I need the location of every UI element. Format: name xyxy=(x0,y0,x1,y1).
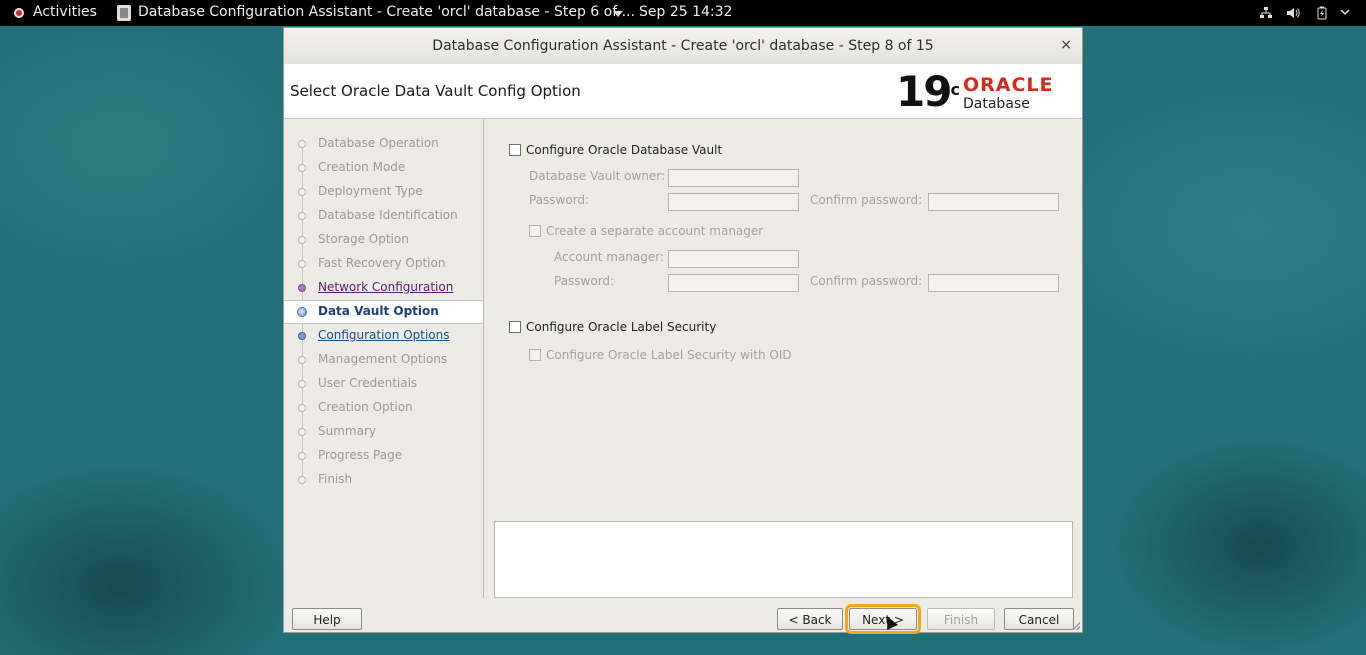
manager-password-label: Password: xyxy=(554,274,615,288)
step-indicator-icon xyxy=(298,260,306,268)
step-item: Storage Option xyxy=(284,228,483,252)
vault-owner-field[interactable] xyxy=(668,169,799,187)
app-menu-title[interactable]: Database Configuration Assistant - Creat… xyxy=(138,4,635,20)
step-indicator-icon xyxy=(298,236,306,244)
step-item: Management Options xyxy=(284,348,483,372)
step-label: Database Identification xyxy=(318,208,458,222)
vault-password-label: Password: xyxy=(529,193,590,207)
configure-vault-label[interactable]: Configure Oracle Database Vault xyxy=(526,143,722,157)
cancel-button[interactable]: Cancel xyxy=(1004,608,1074,630)
separate-account-manager-label[interactable]: Create a separate account manager xyxy=(546,224,763,238)
step-item: Database Identification xyxy=(284,204,483,228)
configure-label-security-checkbox[interactable] xyxy=(509,321,521,333)
network-icon[interactable] xyxy=(1259,6,1273,20)
step-indicator-icon xyxy=(298,284,306,292)
step-item: Progress Page xyxy=(284,444,483,468)
battery-icon[interactable] xyxy=(1315,6,1329,20)
dbca-dialog: Database Configuration Assistant - Creat… xyxy=(283,27,1083,634)
content-panel: Configure Oracle Database Vault Database… xyxy=(484,119,1082,598)
step-indicator-icon xyxy=(298,140,306,148)
account-manager-label: Account manager: xyxy=(554,250,665,264)
step-item[interactable]: Data Vault Option xyxy=(284,300,483,324)
step-item: Database Operation xyxy=(284,132,483,156)
step-item[interactable]: Network Configuration xyxy=(284,276,483,300)
activities-icon xyxy=(14,8,24,18)
step-label: Creation Mode xyxy=(318,160,406,174)
vault-confirm-password-label: Confirm password: xyxy=(810,193,923,207)
step-label: Database Operation xyxy=(318,136,439,150)
vault-confirm-password-field[interactable] xyxy=(928,193,1059,211)
step-indicator-icon xyxy=(298,164,306,172)
step-indicator-icon xyxy=(298,356,306,364)
step-item: Deployment Type xyxy=(284,180,483,204)
help-button[interactable]: Help xyxy=(292,608,362,630)
step-label: Management Options xyxy=(318,352,448,366)
step-indicator-icon xyxy=(298,452,306,460)
logo-version: 19c xyxy=(896,67,960,116)
step-label: User Credentials xyxy=(318,376,418,390)
step-label: Storage Option xyxy=(318,232,409,246)
step-label: Creation Option xyxy=(318,400,413,414)
step-label[interactable]: Network Configuration xyxy=(318,280,453,294)
step-item: Creation Option xyxy=(284,396,483,420)
window-titlebar[interactable]: Database Configuration Assistant - Creat… xyxy=(284,28,1082,65)
manager-confirm-password-label: Confirm password: xyxy=(810,274,923,288)
separate-account-manager-checkbox[interactable] xyxy=(529,225,541,237)
step-item: Finish xyxy=(284,468,483,492)
top-bar: Activities Database Configuration Assist… xyxy=(0,0,1366,26)
step-item: Summary xyxy=(284,420,483,444)
window-title: Database Configuration Assistant - Creat… xyxy=(432,38,934,54)
step-label: Progress Page xyxy=(318,448,403,462)
label-security-oid-label[interactable]: Configure Oracle Label Security with OID xyxy=(546,348,792,362)
manager-confirm-password-field[interactable] xyxy=(928,274,1059,292)
activities-button[interactable]: Activities xyxy=(33,4,97,20)
clock[interactable]: Sep 25 14:32 xyxy=(639,4,732,20)
manager-password-field[interactable] xyxy=(668,274,799,292)
step-item[interactable]: Configuration Options xyxy=(284,324,483,348)
chevron-down-icon[interactable] xyxy=(613,11,623,17)
step-indicator-icon xyxy=(298,428,306,436)
vault-owner-label: Database Vault owner: xyxy=(529,169,666,183)
app-icon xyxy=(117,5,131,21)
label-security-oid-checkbox[interactable] xyxy=(529,349,541,361)
step-indicator-icon xyxy=(298,404,306,412)
step-indicator-icon xyxy=(298,212,306,220)
step-navigation: Database Operation Creation Mode Deploymen… xyxy=(284,119,484,598)
logo-brand: ORACLE xyxy=(963,74,1054,96)
configure-label-security-label[interactable]: Configure Oracle Label Security xyxy=(526,320,716,334)
step-label: Fast Recovery Option xyxy=(318,256,446,270)
account-manager-field[interactable] xyxy=(668,250,799,268)
page-header: Select Oracle Data Vault Config Option 1… xyxy=(284,64,1082,119)
step-label[interactable]: Configuration Options xyxy=(318,328,450,342)
step-label: Summary xyxy=(318,424,376,438)
step-indicator-icon xyxy=(298,188,306,196)
step-indicator-icon xyxy=(297,307,307,317)
step-label: Finish xyxy=(318,472,353,486)
volume-icon[interactable] xyxy=(1286,6,1300,20)
back-button[interactable]: < Back xyxy=(777,608,843,630)
page-title: Select Oracle Data Vault Config Option xyxy=(290,82,581,100)
logo-product: Database xyxy=(963,96,1030,112)
close-icon[interactable]: × xyxy=(1060,37,1072,53)
message-area xyxy=(494,521,1073,598)
system-menu-chevron-icon[interactable] xyxy=(1338,6,1352,20)
finish-button[interactable]: Finish xyxy=(927,608,995,630)
step-item: Creation Mode xyxy=(284,156,483,180)
vault-password-field[interactable] xyxy=(668,193,799,211)
step-item: User Credentials xyxy=(284,372,483,396)
step-indicator-icon xyxy=(298,380,306,388)
configure-vault-checkbox[interactable] xyxy=(509,144,521,156)
step-label: Data Vault Option xyxy=(318,304,439,318)
resize-grip-icon[interactable] xyxy=(1072,622,1080,630)
step-label: Deployment Type xyxy=(318,184,423,198)
step-item: Fast Recovery Option xyxy=(284,252,483,276)
step-indicator-icon xyxy=(298,476,306,484)
step-indicator-icon xyxy=(298,332,306,340)
oracle-19c-logo: 19c ORACLE Database xyxy=(896,70,1076,114)
